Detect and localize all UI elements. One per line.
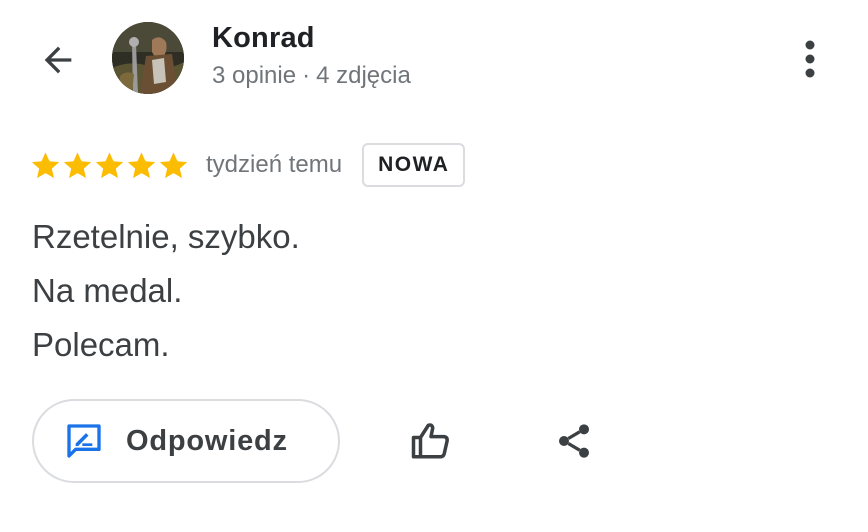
thumb-up-icon [411, 423, 449, 459]
star-icon [158, 150, 189, 181]
reply-button[interactable]: Odpowiedz [32, 399, 340, 483]
new-badge: NOWA [362, 143, 466, 187]
review-time: tydzień temu [206, 151, 343, 178]
avatar[interactable] [112, 22, 184, 94]
star-icon [94, 150, 125, 181]
like-button[interactable] [404, 414, 458, 468]
star-rating [30, 150, 190, 181]
reviews-count: 3 opinie [212, 62, 297, 89]
photos-count: 4 zdjęcia [316, 62, 411, 89]
star-icon [30, 150, 61, 181]
meta-separator: · [302, 62, 311, 89]
more-vert-icon [805, 40, 815, 78]
avatar-image [112, 22, 184, 94]
review-text-line: Na medal. [32, 272, 183, 309]
reviewer-meta: 3 opinie · 4 zdjęcia [212, 62, 411, 90]
review-text: Rzetelnie, szybko. Na medal. Polecam. [32, 210, 300, 372]
review-text-line: Polecam. [32, 326, 170, 363]
star-icon [126, 150, 157, 181]
reply-label: Odpowiedz [126, 424, 288, 457]
back-button[interactable] [32, 38, 84, 82]
share-icon [559, 424, 589, 458]
reviewer-name[interactable]: Konrad [212, 22, 315, 55]
arrow-back-icon [44, 46, 72, 74]
rating-row: tydzień temu NOWA [30, 140, 466, 190]
star-icon [62, 150, 93, 181]
share-button[interactable] [548, 414, 600, 468]
review-text-line: Rzetelnie, szybko. [32, 218, 300, 255]
rate-review-icon [64, 421, 104, 461]
more-options-button[interactable] [792, 34, 828, 84]
